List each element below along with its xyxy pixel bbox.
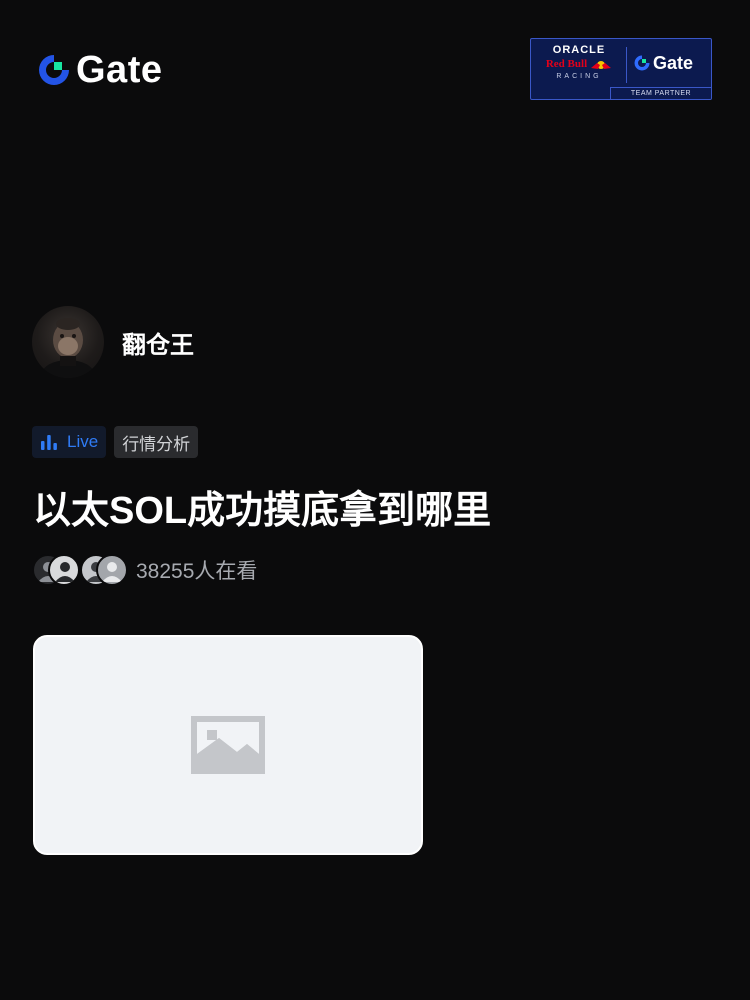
live-tag[interactable]: Live <box>32 426 107 458</box>
stream-cover-image[interactable] <box>33 635 423 855</box>
oracle-text: ORACLE <box>552 44 606 56</box>
viewer-avatar <box>48 554 80 586</box>
team-partner-label: TEAM PARTNER <box>610 87 711 99</box>
viewer-avatar <box>96 554 128 586</box>
tag-row: Live 行情分析 <box>32 426 199 458</box>
author-name[interactable]: 翻仓王 <box>122 325 194 360</box>
image-placeholder-icon <box>191 716 265 774</box>
ape-avatar-icon <box>42 318 94 378</box>
gate-small-logo-icon <box>634 55 650 71</box>
live-tag-label: Live <box>67 432 99 451</box>
category-tag[interactable]: 行情分析 <box>114 426 199 458</box>
red-bull-emblem-icon <box>591 60 612 69</box>
partner-gate-text: Gate <box>653 53 694 73</box>
live-bars-icon <box>41 435 57 450</box>
stream-title: 以太SOL成功摸底拿到哪里 <box>33 490 492 532</box>
redbull-text: Red Bull <box>545 58 588 70</box>
oracle-redbull-racing-logo: ORACLE Red Bull RACING <box>539 44 619 82</box>
author-block[interactable]: 翻仓王 <box>32 306 194 378</box>
partner-gate-logo: Gate <box>633 53 693 73</box>
user-icon <box>55 562 75 582</box>
viewer-avatar-stack <box>32 554 128 586</box>
viewer-count: 38255人在看 <box>136 560 258 583</box>
team-partner-badge: ORACLE Red Bull RACING Gate TEAM PARTNER <box>530 38 712 100</box>
gate-logo-icon <box>39 55 69 85</box>
racing-text: RACING <box>556 73 602 80</box>
gate-logo[interactable]: Gate <box>36 50 162 90</box>
author-avatar[interactable] <box>32 306 104 378</box>
viewer-info: 38255人在看 <box>32 554 257 586</box>
partner-divider <box>626 47 627 83</box>
gate-logo-text: Gate <box>76 49 163 91</box>
user-icon <box>102 562 122 582</box>
